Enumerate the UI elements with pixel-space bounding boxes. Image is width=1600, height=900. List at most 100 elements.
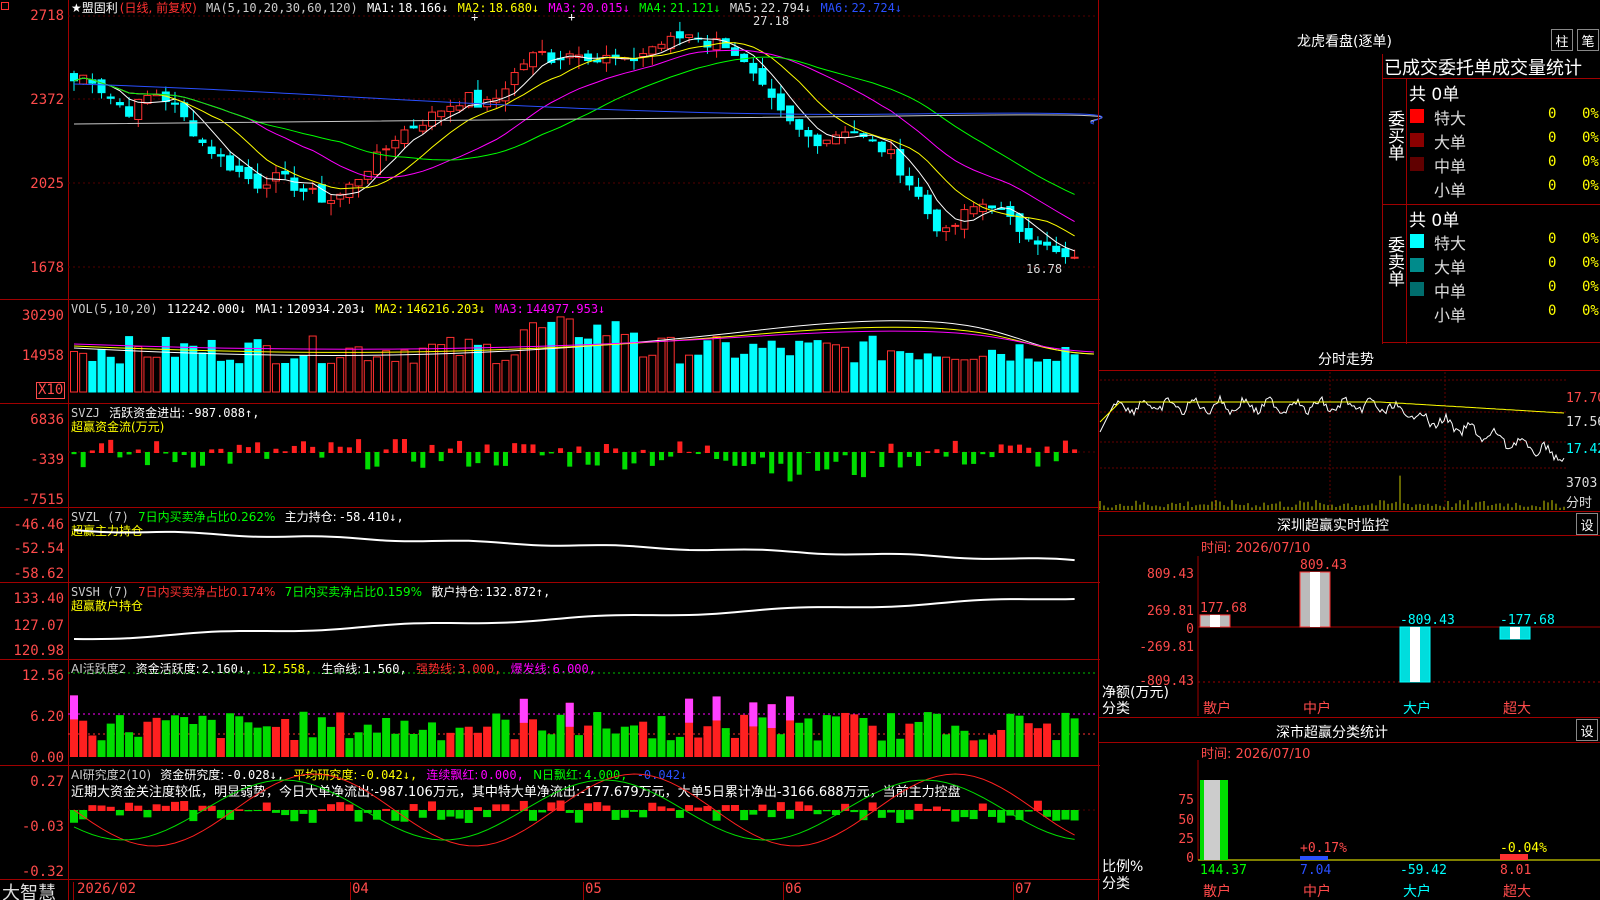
sell-row: 特大 0 0% [1408, 229, 1600, 253]
ai1-bar [244, 722, 253, 757]
vol-ma3-line [73, 330, 1095, 353]
stat2-title: 深市超赢分类统计 [1276, 725, 1388, 741]
monitor-category-label: 大户 [1403, 701, 1431, 717]
svsh-line [73, 598, 1075, 641]
volume-bar [712, 335, 721, 393]
monitor-y-label: -269.81 [1139, 640, 1194, 655]
ai1-bar [455, 727, 464, 757]
candle-body [767, 88, 776, 98]
svzj-bar [163, 452, 169, 454]
ai2-bar [409, 804, 418, 811]
intraday-title: 分时走势 [1318, 352, 1374, 368]
svzj-bar [438, 452, 444, 462]
ai2-bar [795, 801, 804, 811]
candle-body [758, 68, 767, 85]
ai2-bar [822, 810, 831, 812]
volume-bar [1006, 360, 1015, 393]
candle-body [887, 149, 896, 155]
row-percent: 0% [1582, 303, 1599, 319]
candle-body [198, 139, 207, 143]
ai1-bar [492, 713, 501, 757]
stat2-y-label: 50 [1178, 813, 1194, 828]
svzj-bar [539, 452, 545, 456]
candle-body [437, 110, 446, 118]
ai2-bar [244, 810, 253, 812]
svzj-bar [833, 452, 839, 462]
ai1-bar [125, 732, 134, 757]
volume-bar [749, 343, 758, 393]
ai1-bar [529, 719, 537, 757]
ai2-bar [730, 804, 739, 811]
ai1-bar [382, 717, 391, 757]
buy-row: 小单 0 0% [1408, 176, 1600, 200]
candle-body [905, 175, 914, 186]
candle-body [1061, 248, 1070, 258]
vol-ma1-line [73, 320, 1095, 356]
candle-body [428, 111, 437, 127]
svzj-bar [154, 441, 160, 453]
ai1-bar [317, 717, 326, 757]
monitor-settings-button[interactable]: 设 [1576, 513, 1598, 535]
ai2-bar [639, 810, 648, 818]
candle-body [776, 93, 785, 111]
row-label: 特大 [1434, 109, 1467, 128]
row-percent: 0% [1582, 154, 1599, 170]
tick-mode-button[interactable]: 笔 [1577, 29, 1599, 51]
svzj-bar [71, 452, 77, 455]
svzj-bar [695, 452, 701, 455]
color-swatch [1410, 306, 1424, 320]
volume-bar [657, 337, 666, 393]
ai2-bar [464, 810, 473, 823]
ai2-bar [969, 810, 978, 820]
ai1-bar [299, 711, 308, 757]
ai1-bar [428, 722, 437, 757]
volume-bar [556, 316, 565, 393]
volume-bar [354, 346, 363, 393]
candle-body [749, 62, 758, 74]
stat2-value-label: 144.37 [1200, 863, 1247, 878]
candle-body [529, 52, 537, 68]
intraday-chart[interactable] [1099, 372, 1566, 510]
svzj-bar [594, 452, 600, 466]
chart-area[interactable]: 2718 2372 2025 1678 30290 14958 X10 6836… [0, 0, 1103, 900]
svzj-bar [796, 452, 802, 475]
candle-body [1043, 241, 1052, 246]
volume-bar [308, 335, 317, 393]
ai1-bar [593, 712, 602, 757]
ai1-bar [776, 734, 785, 757]
volume-bar [721, 342, 730, 393]
sell-orders-label: 委卖单 [1384, 236, 1404, 287]
svzj-bar [218, 448, 224, 453]
ai2-bar [271, 810, 280, 813]
bar-mode-button[interactable]: 柱 [1551, 29, 1573, 51]
sell-row: 大单 0 0% [1408, 253, 1600, 277]
ai1-bar [161, 720, 170, 757]
stat2-value-label: -59.42 [1400, 863, 1447, 878]
svzj-bar [980, 452, 986, 455]
stat2-value-label: 8.01 [1500, 863, 1531, 878]
ai1-bar-top [565, 702, 574, 727]
ai2-bar [749, 810, 758, 815]
ai2-bar [455, 810, 464, 819]
candle-body [299, 188, 308, 192]
stat2-settings-button[interactable]: 设 [1576, 719, 1598, 741]
ai1-bar [216, 738, 225, 757]
ai1-bar [446, 732, 455, 757]
volume-bar [932, 356, 941, 393]
ai2-bar [997, 810, 1006, 823]
volume-bar [850, 362, 859, 393]
ai1-bar [1033, 728, 1042, 757]
row-percent: 0% [1582, 279, 1599, 295]
stat2-category-label: 散户 [1203, 884, 1231, 900]
ai2-bar [134, 805, 143, 811]
candle-body [418, 124, 427, 132]
monitor-bar-highlight [1310, 572, 1320, 627]
ai1-bar [657, 716, 666, 757]
ai1-bar [354, 732, 363, 757]
candle-body [327, 200, 336, 204]
x-label: 04 [352, 881, 369, 897]
volume-bar [1070, 354, 1079, 393]
monitor-y-label: 809.43 [1147, 567, 1194, 582]
ai2-bar [143, 810, 152, 818]
candle-body [125, 106, 134, 117]
